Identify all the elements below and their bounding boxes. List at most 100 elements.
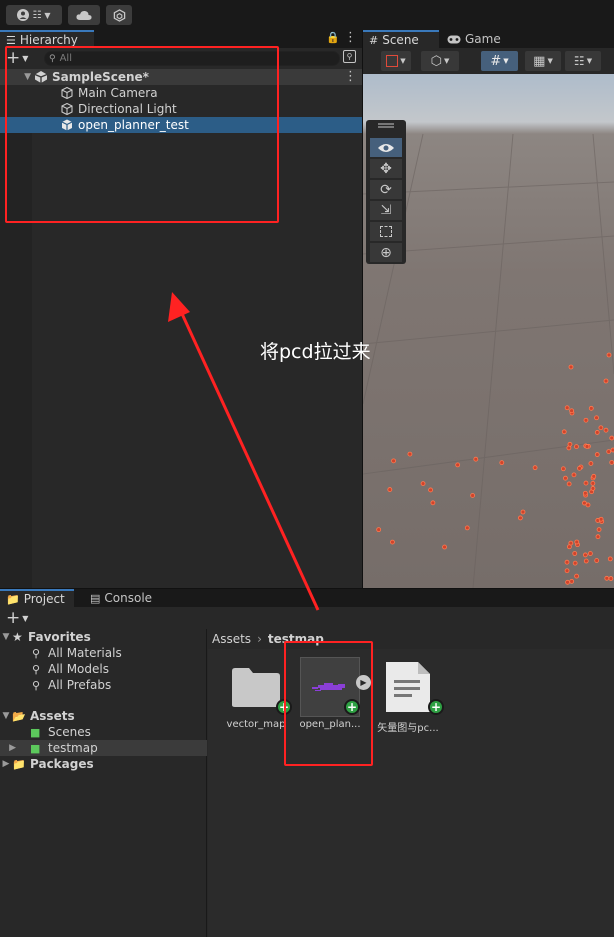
project-create-button[interactable]: + ▼ bbox=[6, 609, 29, 626]
point-cloud-dot bbox=[564, 559, 570, 565]
scene-viewport[interactable]: ✥ ⟳ ⇲ ⊕ bbox=[363, 74, 614, 588]
point-cloud-dot bbox=[520, 509, 526, 515]
cube-icon: ⬡ bbox=[430, 53, 442, 69]
account-sub-icon: ☷ bbox=[32, 9, 42, 21]
collapse-arrow-icon[interactable]: ▼ bbox=[0, 711, 12, 721]
point-cloud-dot bbox=[430, 500, 436, 506]
point-cloud-dot bbox=[420, 481, 426, 487]
assets-folder[interactable]: ▼ 📂 Assets bbox=[0, 708, 207, 724]
move-tool-button[interactable]: ✥ bbox=[370, 159, 402, 178]
folder-icon: ■ bbox=[30, 725, 41, 739]
assets-item-testmap[interactable]: ▶ ■ testmap bbox=[0, 740, 207, 756]
point-cloud-dot bbox=[583, 417, 589, 423]
assets-label: Assets bbox=[30, 709, 75, 723]
breadcrumb-root[interactable]: Assets bbox=[212, 632, 251, 646]
point-cloud-dot bbox=[584, 444, 590, 449]
point-cloud-dot bbox=[574, 444, 579, 450]
point-cloud-dot bbox=[569, 408, 575, 414]
drag-handle-icon[interactable] bbox=[378, 123, 394, 125]
account-icon bbox=[17, 9, 30, 21]
breadcrumb: Assets › testmap bbox=[208, 629, 614, 649]
scene-options-icon[interactable]: ⋮ bbox=[344, 69, 357, 84]
point-cloud-dot bbox=[470, 493, 476, 498]
point-cloud-dot bbox=[574, 539, 580, 545]
point-cloud-dot bbox=[590, 481, 596, 486]
chevron-down-icon: ▼ bbox=[44, 10, 51, 20]
scale-tool-button[interactable]: ⇲ bbox=[370, 201, 402, 220]
point-cloud-dot bbox=[587, 551, 593, 556]
rect-icon bbox=[380, 226, 392, 237]
favorite-item-all-models[interactable]: ⚲ All Models bbox=[0, 661, 207, 677]
favorite-item-all-prefabs[interactable]: ⚲ All Prefabs bbox=[0, 677, 207, 693]
point-cloud-dot bbox=[577, 465, 582, 471]
point-cloud-dot bbox=[594, 558, 600, 563]
tab-console[interactable]: ▤ Console bbox=[84, 589, 164, 607]
point-cloud-dot bbox=[563, 475, 568, 481]
assets-item-scenes[interactable]: ■ Scenes bbox=[0, 724, 207, 740]
point-cloud-dot bbox=[499, 460, 505, 466]
point-cloud-dot bbox=[607, 556, 613, 562]
tab-hierarchy-label: Hierarchy bbox=[19, 33, 78, 47]
point-cloud-dot bbox=[442, 544, 447, 550]
point-cloud-dot bbox=[594, 415, 599, 421]
point-cloud-dot bbox=[606, 449, 612, 455]
scene-panel: # Scene Game ▼ ⬡ ▼ # ▼ ▦ ▼ ☷ ▼ ✥ ⟳ ⇲ ⊕ bbox=[363, 30, 614, 588]
expand-arrow-icon[interactable]: ▶ bbox=[0, 759, 12, 769]
collapse-arrow-icon[interactable]: ▼ bbox=[0, 632, 12, 642]
tab-game-label: Game bbox=[465, 32, 501, 46]
increment-snap-dropdown[interactable]: ▦ ▼ bbox=[525, 51, 561, 71]
transform-tool-button[interactable]: ⊕ bbox=[370, 243, 402, 262]
more-options-icon[interactable]: ⋮ bbox=[344, 30, 357, 45]
rect-tool-button[interactable] bbox=[370, 222, 402, 241]
view-tool-button[interactable] bbox=[370, 138, 402, 157]
chevron-down-icon: ▼ bbox=[547, 57, 553, 65]
folder-open-icon: 📂 bbox=[12, 709, 26, 723]
rotate-tool-button[interactable]: ⟳ bbox=[370, 180, 402, 199]
point-cloud-dot bbox=[594, 452, 600, 457]
point-cloud-dot bbox=[588, 405, 594, 411]
rulers-dropdown[interactable]: ☷ ▼ bbox=[565, 51, 601, 71]
render-mode-dropdown[interactable]: ⬡ ▼ bbox=[421, 51, 459, 71]
asset-vector-map[interactable]: + vector_map bbox=[220, 653, 292, 743]
point-cloud-dot bbox=[572, 551, 578, 556]
annotation-box-hierarchy bbox=[5, 46, 279, 223]
cloud-button[interactable] bbox=[68, 5, 100, 25]
tab-console-label: Console bbox=[104, 591, 153, 605]
search-options-icon[interactable]: ⚲ bbox=[343, 50, 356, 63]
grid-snap-icon: # bbox=[490, 53, 502, 69]
chevron-down-icon: ▼ bbox=[22, 613, 29, 623]
tab-project[interactable]: 📁 Project bbox=[0, 589, 74, 607]
point-cloud-dot bbox=[567, 441, 573, 447]
assets-item-label: Scenes bbox=[48, 725, 91, 739]
expand-arrow-icon[interactable]: ▶ bbox=[0, 743, 20, 753]
point-cloud-dot bbox=[608, 576, 614, 581]
list-icon: ☰ bbox=[6, 33, 16, 47]
favorites-folder[interactable]: ▼ ★ Favorites bbox=[0, 629, 207, 645]
transform-icon: ⊕ bbox=[380, 244, 392, 261]
package-button[interactable] bbox=[106, 5, 132, 25]
point-cloud-dot bbox=[598, 516, 604, 522]
tab-scene[interactable]: # Scene bbox=[363, 30, 439, 48]
grid-snap-toggle[interactable]: # ▼ bbox=[481, 51, 518, 71]
tab-game[interactable]: Game bbox=[441, 30, 511, 48]
favorite-item-label: All Prefabs bbox=[48, 678, 112, 692]
snap-grid-icon: ▦ bbox=[533, 53, 546, 69]
draw-mode-dropdown[interactable]: ▼ bbox=[381, 51, 411, 71]
lock-icon[interactable]: 🔒 bbox=[326, 31, 340, 44]
favorites-label: Favorites bbox=[28, 630, 91, 644]
chevron-down-icon: ▼ bbox=[443, 57, 450, 65]
point-cloud-dot bbox=[390, 539, 395, 545]
account-dropdown[interactable]: ☷ ▼ bbox=[6, 5, 62, 25]
point-cloud-dot bbox=[564, 568, 570, 574]
point-cloud-dot bbox=[568, 364, 574, 370]
favorite-item-all-materials[interactable]: ⚲ All Materials bbox=[0, 645, 207, 661]
point-cloud-dot bbox=[571, 472, 577, 478]
point-cloud-dot bbox=[603, 378, 609, 384]
search-icon: ⚲ bbox=[32, 646, 41, 660]
packages-folder[interactable]: ▶ 📁 Packages bbox=[0, 756, 207, 772]
grid-icon: # bbox=[369, 33, 379, 47]
point-cloud-dot bbox=[532, 465, 538, 471]
point-cloud-dot bbox=[561, 429, 567, 435]
assets-item-label: testmap bbox=[48, 741, 98, 755]
asset-text-document[interactable]: + 矢量图与pc... bbox=[372, 653, 444, 743]
